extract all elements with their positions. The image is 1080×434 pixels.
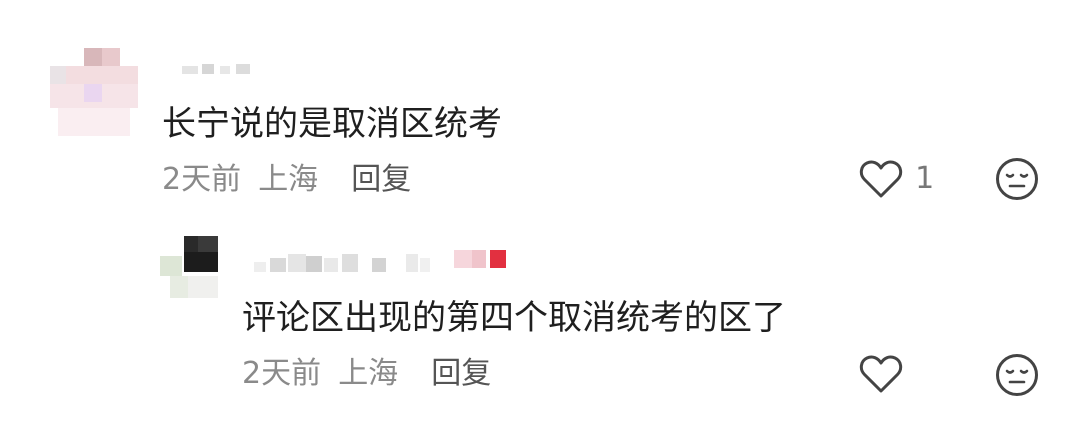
comment-time: 2天前: [162, 162, 242, 197]
neutral-face-icon: [996, 354, 1038, 396]
username[interactable]: [182, 64, 262, 76]
reply-button[interactable]: 回复: [431, 356, 491, 391]
comment-time: 2天前: [242, 356, 322, 391]
like-button[interactable]: [858, 353, 904, 395]
comment-meta: 2天前 上海 回复: [162, 162, 411, 198]
reply-button[interactable]: 回复: [351, 162, 411, 197]
dislike-button[interactable]: [995, 353, 1039, 397]
reply-comment-item: 评论区出现的第四个取消统考的区了 2天前 上海 回复: [0, 220, 1080, 434]
comment-location: 上海: [258, 162, 319, 197]
like-count: 1: [915, 161, 935, 196]
comment-text: 长宁说的是取消区统考: [162, 104, 502, 144]
heart-outline-icon: [859, 355, 903, 393]
dislike-button[interactable]: [995, 157, 1039, 201]
comment-meta: 2天前 上海 回复: [242, 356, 491, 392]
like-button[interactable]: 1: [858, 158, 934, 202]
username[interactable]: [250, 250, 520, 276]
heart-outline-icon: [859, 160, 903, 198]
avatar[interactable]: [50, 48, 138, 136]
comment-location: 上海: [338, 356, 399, 391]
neutral-face-icon: [996, 158, 1038, 200]
comment-item: 长宁说的是取消区统考 2天前 上海 回复 1: [0, 0, 1080, 220]
avatar[interactable]: [160, 236, 222, 298]
comment-text: 评论区出现的第四个取消统考的区了: [242, 298, 786, 338]
